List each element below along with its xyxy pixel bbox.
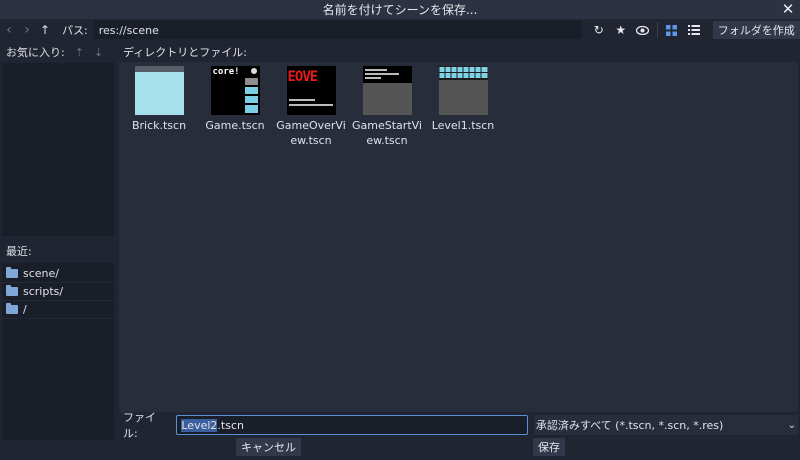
- file-item-level1[interactable]: Level1.tscn: [425, 66, 501, 133]
- move-favorite-up-icon[interactable]: ⇡: [75, 46, 84, 59]
- dialog-titlebar: 名前を付けてシーンを保存... ✕: [0, 0, 800, 19]
- thumbnail-view-icon[interactable]: [661, 20, 683, 40]
- scene-thumbnail: core!: [210, 66, 260, 115]
- up-directory-icon[interactable]: ↑: [36, 23, 54, 37]
- recent-item-scripts[interactable]: scripts/: [2, 283, 114, 301]
- path-bar: ‹ › ↑ パス: ↻ ★ フォルダを作成: [0, 19, 800, 41]
- path-input[interactable]: [93, 21, 582, 39]
- filename-extension-text: .tscn: [217, 418, 244, 432]
- favorites-list[interactable]: [2, 63, 114, 236]
- file-name: GameStartView.tscn: [352, 119, 422, 147]
- recent-item-label: /: [23, 303, 27, 316]
- file-grid[interactable]: Brick.tscn core! Game.tscn EOVE GameOver…: [119, 62, 798, 412]
- file-filter-value: 承認済みすべて (*.tscn, *.scn, *.res): [535, 419, 724, 432]
- folder-icon: [6, 303, 18, 314]
- recent-item-root[interactable]: /: [2, 301, 114, 319]
- scene-thumbnail: EOVE: [286, 66, 336, 115]
- scene-thumbnail: [362, 66, 412, 115]
- file-item-gamestartview[interactable]: GameStartView.tscn: [349, 66, 425, 148]
- folder-icon: [6, 285, 18, 296]
- recent-list[interactable]: scene/ scripts/ /: [2, 263, 114, 440]
- filename-input[interactable]: Level2 .tscn: [176, 415, 528, 435]
- file-name: Level1.tscn: [431, 119, 495, 132]
- folder-icon: [6, 267, 18, 278]
- path-label: パス:: [62, 24, 88, 37]
- recent-label: 最近:: [6, 245, 32, 258]
- close-icon[interactable]: ✕: [780, 1, 796, 17]
- move-favorite-down-icon[interactable]: ⇣: [94, 46, 103, 59]
- save-button[interactable]: 保存: [533, 438, 565, 456]
- dialog-button-bar: キャンセル 保存: [0, 437, 800, 460]
- recent-item-scene[interactable]: scene/: [2, 265, 114, 283]
- filename-selected-text: Level2: [181, 418, 218, 432]
- files-header: ディレクトリとファイル:: [123, 46, 247, 59]
- chevron-down-icon: ⌄: [787, 419, 796, 431]
- list-view-icon[interactable]: [683, 20, 705, 40]
- file-item-gameoverview[interactable]: EOVE GameOverView.tscn: [273, 66, 349, 148]
- cancel-button[interactable]: キャンセル: [236, 438, 301, 456]
- file-footer: ファイル: Level2 .tscn 承認済みすべて (*.tscn, *.scn…: [119, 411, 798, 440]
- back-icon[interactable]: ‹: [0, 22, 18, 38]
- recent-item-label: scripts/: [23, 285, 64, 298]
- toolbar-divider: [656, 22, 658, 38]
- file-item-game[interactable]: core! Game.tscn: [197, 66, 273, 133]
- dialog-title: 名前を付けてシーンを保存...: [322, 3, 478, 17]
- scene-thumbnail: [438, 66, 488, 115]
- file-name: Game.tscn: [205, 119, 265, 132]
- favorites-header: お気に入り: ⇡ ⇣: [0, 41, 118, 63]
- file-item-brick[interactable]: Brick.tscn: [121, 66, 197, 133]
- file-filter-select[interactable]: 承認済みすべて (*.tscn, *.scn, *.res) ⌄: [533, 415, 798, 435]
- refresh-icon[interactable]: ↻: [588, 20, 610, 40]
- show-hidden-eye-icon[interactable]: [632, 20, 654, 40]
- recent-item-label: scene/: [23, 267, 59, 280]
- scene-thumbnail: [134, 66, 184, 115]
- file-name: Brick.tscn: [131, 119, 187, 132]
- create-folder-button[interactable]: フォルダを作成: [712, 21, 800, 39]
- favorites-label: お気に入り:: [6, 46, 65, 59]
- favorite-star-icon[interactable]: ★: [610, 20, 632, 40]
- forward-icon[interactable]: ›: [18, 22, 36, 38]
- file-name: GameOverView.tscn: [276, 119, 346, 147]
